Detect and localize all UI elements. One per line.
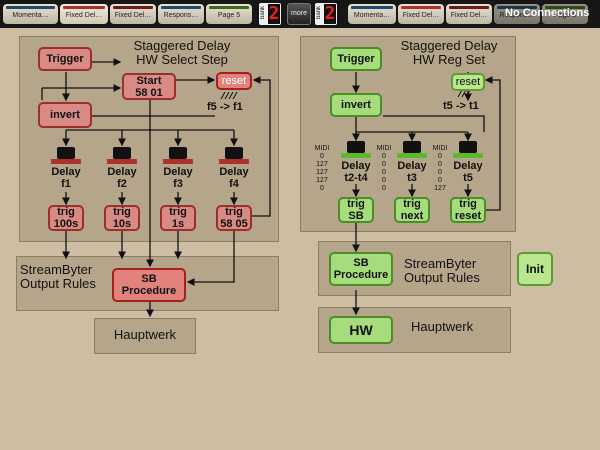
midi-values-t5: MIDI 0 0 0 0 127 — [432, 145, 448, 192]
trig-value: next — [400, 210, 424, 222]
fader-bar — [341, 153, 371, 158]
delay-fader-f4[interactable]: Delay f4 — [218, 147, 250, 190]
trig-label: trig — [403, 198, 421, 210]
trig-label: trig — [459, 198, 477, 210]
sb-label: Procedure — [121, 285, 177, 297]
title-line: Staggered Delay — [400, 38, 498, 53]
delay-fader-t5[interactable]: Delay t5 — [452, 141, 484, 184]
sb-procedure-button[interactable]: SB Procedure — [329, 252, 393, 286]
delay-fader-t2-t4[interactable]: Delay t2-t4 — [338, 141, 374, 184]
fader-label: Delay f4 — [219, 166, 249, 190]
trig-value: reset — [454, 210, 482, 222]
fader-knob[interactable] — [57, 147, 75, 159]
trigger-button[interactable]: Trigger — [38, 47, 92, 71]
trig-10s-button[interactable]: trig 10s — [104, 205, 140, 231]
delay-fader-t3[interactable]: Delay t3 — [396, 141, 428, 184]
hauptwerk-label: Hauptwerk — [411, 319, 474, 334]
output-rules-label: StreamByter Output Rules — [20, 262, 96, 291]
left-panel-title: Staggered Delay HW Select Step — [112, 39, 252, 67]
reset-button[interactable]: reset — [451, 73, 485, 91]
sb-procedure-button[interactable]: SB Procedure — [112, 268, 186, 302]
right-panel-title: Staggered Delay HW Reg Set — [384, 39, 514, 67]
sb-label: Procedure — [333, 269, 389, 281]
hauptwerk-label: Hauptwerk — [113, 327, 177, 342]
trig-sb-button[interactable]: trig SB — [338, 197, 374, 223]
sb-label: SB — [141, 273, 157, 285]
trig-label: trig — [225, 206, 243, 218]
trig-label: trig — [113, 206, 131, 218]
hw-button[interactable]: HW — [329, 316, 393, 344]
fader-knob[interactable] — [347, 141, 365, 153]
trig-1s-button[interactable]: trig 1s — [160, 205, 196, 231]
delay-fader-f2[interactable]: Delay f2 — [106, 147, 138, 190]
trig-reset-button[interactable]: trig reset — [450, 197, 486, 223]
fader-label: Delay t3 — [397, 160, 427, 184]
title-line: Staggered Delay — [133, 38, 231, 53]
invert-button[interactable]: invert — [38, 102, 92, 128]
trig-value: SB — [348, 210, 364, 222]
fader-label: Delay f3 — [163, 166, 193, 190]
reset-note: f5 -> f1 — [207, 101, 243, 113]
trig-label: trig — [347, 198, 365, 210]
trig-value: 100s — [53, 218, 79, 230]
start-value: 58 01 — [135, 86, 163, 99]
trig-58-05-button[interactable]: trig 58 05 — [216, 205, 252, 231]
title-line: HW Select Step — [136, 52, 228, 67]
fader-knob[interactable] — [403, 141, 421, 153]
fader-bar — [163, 159, 193, 164]
reset-button[interactable]: reset — [216, 72, 252, 90]
delay-fader-f3[interactable]: Delay f3 — [162, 147, 194, 190]
trig-value: 1s — [171, 218, 185, 230]
output-rules-label: StreamByter Output Rules — [404, 256, 480, 285]
midi-values-t3: MIDI 0 0 0 0 0 — [376, 145, 392, 192]
fader-bar — [397, 153, 427, 158]
fader-label: Delay t5 — [453, 160, 483, 184]
fader-label: Delay f2 — [107, 166, 137, 190]
reset-note: t5 -> t1 — [443, 100, 479, 112]
fader-knob[interactable] — [113, 147, 131, 159]
fader-bar — [51, 159, 81, 164]
fader-knob[interactable] — [225, 147, 243, 159]
fader-label: Delay f1 — [51, 166, 81, 190]
trig-value: 58 05 — [220, 218, 248, 230]
trig-value: 10s — [112, 218, 132, 230]
fader-bar — [107, 159, 137, 164]
trig-next-button[interactable]: trig next — [394, 197, 430, 223]
start-button[interactable]: Start 58 01 — [122, 73, 176, 100]
fader-knob[interactable] — [169, 147, 187, 159]
invert-button[interactable]: invert — [330, 93, 382, 117]
delay-fader-f1[interactable]: Delay f1 — [50, 147, 82, 190]
title-line: HW Reg Set — [412, 52, 486, 67]
fader-knob[interactable] — [459, 141, 477, 153]
fader-label: Delay t2-t4 — [341, 160, 371, 184]
sb-label: SB — [353, 257, 369, 269]
trig-100s-button[interactable]: trig 100s — [48, 205, 84, 231]
trigger-button[interactable]: Trigger — [330, 47, 382, 71]
init-button[interactable]: Init — [517, 252, 553, 286]
trig-label: trig — [57, 206, 75, 218]
midi-values-t2-t4: MIDI 0 127 127 127 0 — [314, 145, 330, 192]
trig-label: trig — [169, 206, 187, 218]
fader-bar — [219, 159, 249, 164]
start-label: Start — [136, 74, 162, 87]
fader-bar — [453, 153, 483, 158]
